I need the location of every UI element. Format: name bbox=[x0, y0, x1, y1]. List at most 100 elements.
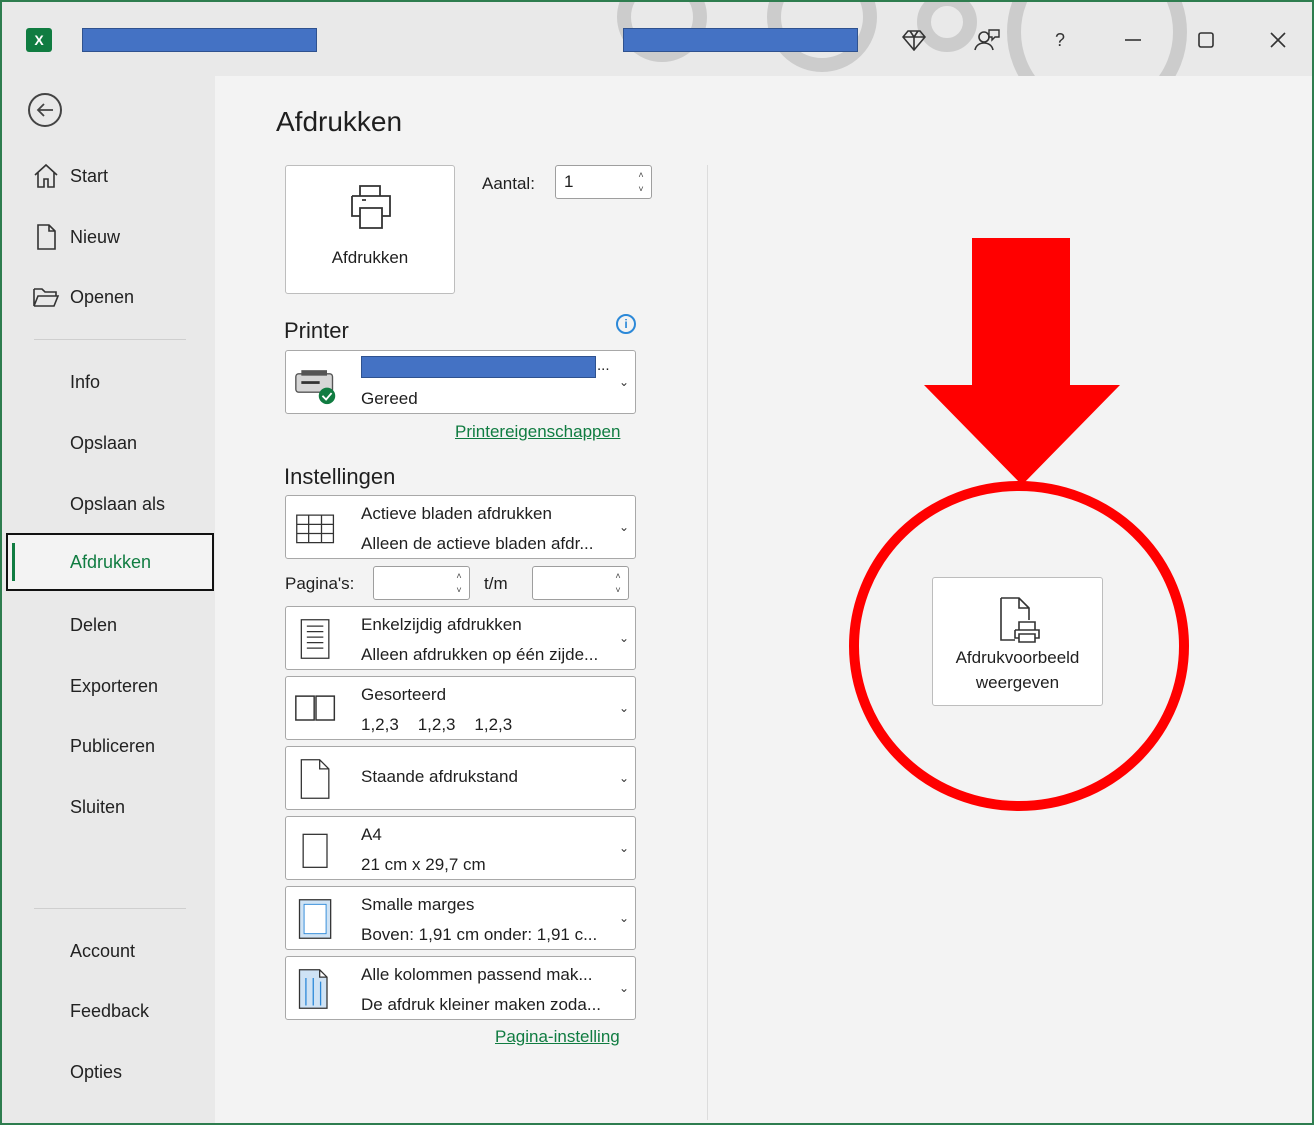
nav-item-label: Start bbox=[70, 165, 109, 186]
home-icon bbox=[34, 163, 58, 188]
sides-select[interactable]: Enkelzijdig afdrukken Alleen afdrukken o… bbox=[285, 606, 636, 670]
stepper-arrows-icon[interactable]: ˄ ˅ bbox=[453, 569, 465, 597]
collate-description: 1,2,3 1,2,3 1,2,3 bbox=[361, 715, 513, 734]
margins-select[interactable]: Smalle marges Boven: 1,91 cm onder: 1,91… bbox=[285, 886, 636, 950]
copies-value: 1 bbox=[564, 172, 574, 191]
printer-properties-link[interactable]: Printereigenschappen bbox=[455, 422, 620, 442]
printer-device-icon bbox=[295, 370, 336, 405]
close-icon[interactable] bbox=[1263, 26, 1293, 54]
orientation-title: Staande afdrukstand bbox=[361, 767, 518, 786]
nav-item-open[interactable]: Openen bbox=[2, 268, 213, 326]
pages-label: Pagina's: bbox=[285, 574, 355, 593]
paper-size-select[interactable]: A4 21 cm x 29,7 cm ⌄ bbox=[285, 816, 636, 880]
print-button[interactable]: Afdrukken bbox=[285, 165, 455, 294]
margins-description: Boven: 1,91 cm onder: 1,91 c... bbox=[361, 925, 598, 944]
help-label: ? bbox=[1054, 29, 1065, 50]
nav-item-save-as[interactable]: Opslaan als bbox=[2, 475, 213, 533]
nav-item-label: Feedback bbox=[70, 1000, 150, 1021]
print-what-select[interactable]: Actieve bladen afdrukken Alleen de actie… bbox=[285, 495, 636, 559]
nav-item-label: Afdrukken bbox=[70, 551, 152, 572]
folder-open-icon bbox=[33, 288, 60, 307]
portrait-page-icon bbox=[300, 759, 330, 799]
sidebar-divider bbox=[34, 908, 186, 909]
print-preview-icon bbox=[1000, 597, 1040, 643]
nav-item-label: Delen bbox=[70, 614, 118, 635]
stepper-arrows-icon[interactable]: ˄ ˅ bbox=[635, 168, 647, 196]
nav-item-label: Openen bbox=[70, 286, 135, 307]
print-button-label: Afdrukken bbox=[331, 248, 409, 267]
scaling-title: Alle kolommen passend mak... bbox=[361, 965, 593, 984]
page-setup-link[interactable]: Pagina-instelling bbox=[495, 1027, 620, 1047]
redacted-printer-name bbox=[361, 356, 596, 378]
nav-item-save[interactable]: Opslaan bbox=[2, 414, 213, 472]
print-what-description: Alleen de actieve bladen afdr... bbox=[361, 534, 594, 553]
nav-item-label: Account bbox=[70, 940, 136, 961]
chevron-down-icon: ⌄ bbox=[618, 375, 629, 389]
copies-label: Aantal: bbox=[482, 174, 535, 193]
preview-label-line1: Afdrukvoorbeeld bbox=[955, 648, 1080, 667]
diamond-icon[interactable] bbox=[899, 26, 929, 54]
redacted-user-name bbox=[623, 28, 858, 52]
single-sided-page-icon bbox=[300, 619, 330, 659]
pages-from-stepper[interactable]: ˄ ˅ bbox=[373, 566, 470, 600]
nav-item-export[interactable]: Exporteren bbox=[2, 657, 213, 715]
printer-select[interactable]: ... Gereed ⌄ bbox=[285, 350, 636, 414]
excel-icon: X bbox=[26, 28, 60, 52]
nav-item-share[interactable]: Delen bbox=[2, 596, 213, 654]
chevron-down-icon: ⌄ bbox=[618, 771, 629, 785]
nav-item-label: Sluiten bbox=[70, 796, 126, 817]
minimize-icon[interactable] bbox=[1118, 26, 1148, 54]
nav-item-label: Publiceren bbox=[70, 735, 156, 756]
sides-description: Alleen afdrukken op één zijde... bbox=[361, 645, 599, 664]
nav-item-info[interactable]: Info bbox=[2, 353, 213, 411]
nav-item-new[interactable]: Nieuw bbox=[2, 208, 213, 266]
feedback-icon[interactable] bbox=[972, 26, 1002, 54]
stepper-arrows-icon[interactable]: ˄ ˅ bbox=[612, 569, 624, 597]
nav-item-close[interactable]: Sluiten bbox=[2, 778, 213, 836]
chevron-down-icon: ⌄ bbox=[618, 911, 629, 925]
print-what-title: Actieve bladen afdrukken bbox=[361, 504, 552, 523]
settings-section-title: Instellingen bbox=[284, 464, 396, 489]
new-document-icon bbox=[37, 224, 56, 250]
back-button[interactable] bbox=[28, 93, 62, 127]
annotation-arrow-down-icon bbox=[924, 238, 1120, 485]
maximize-icon[interactable] bbox=[1191, 26, 1221, 54]
margins-title: Smalle marges bbox=[361, 895, 475, 914]
nav-item-label: Opslaan bbox=[70, 432, 138, 453]
printer-status: Gereed bbox=[361, 389, 418, 408]
title-bar: X ? bbox=[2, 2, 1312, 76]
collate-title: Gesorteerd bbox=[361, 685, 447, 704]
show-print-preview-button[interactable]: Afdrukvoorbeeld weergeven bbox=[932, 577, 1103, 706]
nav-item-account[interactable]: Account bbox=[2, 922, 213, 980]
nav-item-label: Info bbox=[70, 371, 101, 392]
paper-size-title: A4 bbox=[361, 825, 382, 844]
chevron-down-icon: ⌄ bbox=[618, 520, 629, 534]
nav-item-publish[interactable]: Publiceren bbox=[2, 717, 213, 775]
nav-item-label: Opslaan als bbox=[70, 493, 166, 514]
orientation-select[interactable]: Staande afdrukstand ⌄ bbox=[285, 746, 636, 810]
nav-item-start[interactable]: Start bbox=[2, 147, 213, 205]
chevron-down-icon: ⌄ bbox=[618, 841, 629, 855]
paper-size-icon bbox=[302, 833, 328, 868]
chevron-down-icon: ⌄ bbox=[618, 981, 629, 995]
nav-item-print[interactable]: Afdrukken bbox=[6, 533, 214, 591]
fit-columns-icon bbox=[298, 969, 328, 1009]
panel-divider bbox=[707, 165, 708, 1120]
nav-item-feedback[interactable]: Feedback bbox=[2, 982, 213, 1040]
nav-item-options[interactable]: Opties bbox=[2, 1043, 213, 1101]
chevron-down-icon: ⌄ bbox=[618, 631, 629, 645]
collate-select[interactable]: Gesorteerd 1,2,3 1,2,3 1,2,3 ⌄ bbox=[285, 676, 636, 740]
pages-to-stepper[interactable]: ˄ ˅ bbox=[532, 566, 629, 600]
collated-pages-icon bbox=[295, 695, 336, 721]
sides-title: Enkelzijdig afdrukken bbox=[361, 615, 522, 634]
printer-icon bbox=[351, 185, 391, 229]
backstage-sidebar: Start Nieuw Openen Info Opslaan Opslaan … bbox=[2, 76, 215, 1123]
sheet-grid-icon bbox=[296, 514, 335, 544]
nav-item-label: Exporteren bbox=[70, 675, 159, 696]
scaling-select[interactable]: Alle kolommen passend mak... De afdruk k… bbox=[285, 956, 636, 1020]
info-icon[interactable]: i bbox=[616, 314, 636, 334]
page-title: Afdrukken bbox=[276, 106, 403, 137]
help-icon[interactable]: ? bbox=[1045, 26, 1075, 54]
copies-stepper[interactable]: 1 ˄ ˅ bbox=[555, 165, 652, 199]
nav-item-label: Opties bbox=[70, 1061, 123, 1082]
